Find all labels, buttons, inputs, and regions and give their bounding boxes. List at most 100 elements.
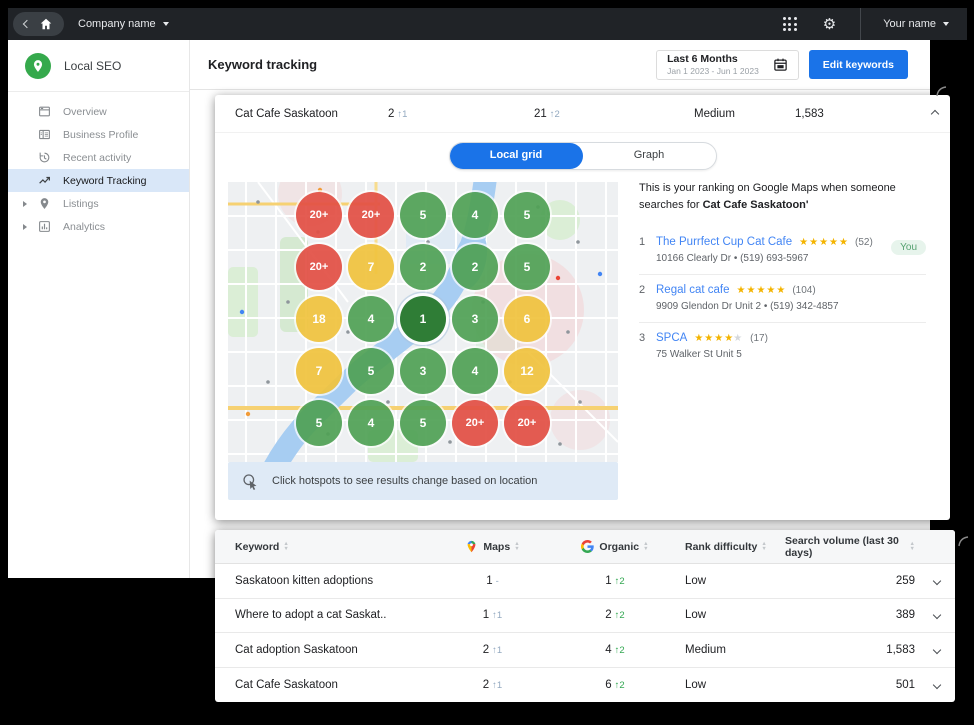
- rank-hotspot[interactable]: 12: [504, 348, 550, 394]
- view-tab[interactable]: Graph: [583, 143, 716, 169]
- local-grid-map[interactable]: 20+ 20+ 5 4 5 20+ 7 2 2 5 18 4: [228, 182, 618, 462]
- maps-result-item: 3 SPCA ★★★★★ (17) 75 Walker St Unit 5: [639, 323, 926, 370]
- cell-organic-rank: 4↑2: [545, 644, 685, 656]
- apps-grid-icon[interactable]: [783, 17, 797, 31]
- expand-row-button[interactable]: [919, 647, 955, 653]
- table-row[interactable]: Cat Cafe Saskatoon 2↑1 6↑2 Low 501: [215, 668, 955, 703]
- column-label: Rank difficulty: [685, 541, 757, 553]
- expand-row-button[interactable]: [919, 578, 955, 584]
- sidebar-item[interactable]: Keyword Tracking: [8, 169, 189, 192]
- rank-hotspot[interactable]: 7: [348, 244, 394, 290]
- rank-hotspot[interactable]: 4: [452, 348, 498, 394]
- date-range-value: Jan 1 2023 - Jun 1 2023: [667, 66, 759, 76]
- cell-keyword: Where to adopt a cat Saskat..: [215, 609, 440, 621]
- rank-hotspot[interactable]: 5: [504, 192, 550, 238]
- column-label: Keyword: [235, 541, 279, 553]
- table-row[interactable]: Where to adopt a cat Saskat.. 1↑1 2↑2 Lo…: [215, 599, 955, 634]
- sidebar: Local SEO Overview Business Profile Rece…: [8, 40, 190, 578]
- cell-keyword: Cat adoption Saskatoon: [215, 644, 440, 656]
- table-row[interactable]: Saskatoon kitten adoptions 1- 1↑2 Low 25…: [215, 564, 955, 599]
- result-name-link[interactable]: SPCA: [656, 332, 687, 344]
- rank-hotspot[interactable]: 20+: [296, 192, 342, 238]
- result-rank: 3: [639, 332, 649, 344]
- sort-icon[interactable]: ▲▼: [514, 542, 519, 551]
- back-icon[interactable]: [23, 20, 31, 28]
- table-column-header[interactable]: Maps ▲▼: [440, 540, 545, 553]
- result-name-link[interactable]: The Purrfect Cup Cat Cafe: [656, 236, 792, 248]
- table-column-header[interactable]: Search volume (last 30 days) ▲▼: [785, 535, 919, 559]
- ranking-panel: This is your ranking on Google Maps when…: [639, 180, 926, 370]
- expand-caret-icon[interactable]: [23, 201, 27, 207]
- result-address: 10166 Clearly Dr • (519) 693-5967: [656, 253, 926, 264]
- rank-hotspot[interactable]: 2: [452, 244, 498, 290]
- result-name-link[interactable]: Regal cat cafe: [656, 284, 730, 296]
- cell-rank-difficulty: Medium: [685, 644, 785, 656]
- rank-hotspot[interactable]: 1: [400, 296, 446, 342]
- user-menu[interactable]: Your name: [861, 18, 967, 30]
- rank-hotspot[interactable]: 20+: [296, 244, 342, 290]
- cell-maps-rank: 1-: [440, 575, 545, 587]
- analytics-icon: [38, 220, 51, 233]
- rank-hotspot[interactable]: 18: [296, 296, 342, 342]
- rank-hotspot[interactable]: 5: [296, 400, 342, 446]
- keyword-summary-row[interactable]: Cat Cafe Saskatoon 2↑1 21↑2 Medium 1,583: [215, 95, 950, 133]
- rank-hotspot[interactable]: 7: [296, 348, 342, 394]
- view-tab[interactable]: Local grid: [450, 143, 583, 169]
- table-column-header[interactable]: Organic ▲▼: [545, 540, 685, 553]
- map-hint-bar: Click hotspots to see results change bas…: [228, 462, 618, 500]
- sort-icon[interactable]: ▲▼: [643, 542, 648, 551]
- table-column-header[interactable]: Keyword ▲▼: [215, 541, 440, 553]
- sidebar-menu: Overview Business Profile Recent activit…: [8, 92, 189, 238]
- cell-keyword: Saskatoon kitten adoptions: [215, 575, 440, 587]
- summary-keyword: Cat Cafe Saskatoon: [235, 108, 388, 120]
- sidebar-item[interactable]: Overview: [8, 100, 189, 123]
- rank-hotspot[interactable]: 5: [400, 400, 446, 446]
- rank-hotspot[interactable]: 6: [504, 296, 550, 342]
- rank-hotspot[interactable]: 4: [348, 400, 394, 446]
- sort-icon[interactable]: ▲▼: [761, 542, 766, 551]
- expand-row-button[interactable]: [919, 682, 955, 688]
- rank-hotspot[interactable]: 3: [452, 296, 498, 342]
- rank-hotspot[interactable]: 2: [400, 244, 446, 290]
- expand-row-button[interactable]: [919, 612, 955, 618]
- table-header-row: Keyword ▲▼ Maps ▲▼ Organic ▲▼ Rank diffi…: [215, 530, 955, 564]
- table-row[interactable]: Cat adoption Saskatoon 2↑1 4↑2 Medium 1,…: [215, 633, 955, 668]
- result-rank: 2: [639, 284, 649, 296]
- gear-icon[interactable]: ⚙: [823, 15, 836, 33]
- sidebar-item-label: Business Profile: [63, 129, 138, 141]
- review-count: (104): [792, 285, 815, 296]
- rank-hotspot[interactable]: 3: [400, 348, 446, 394]
- star-rating-icon: ★★★★★: [799, 237, 848, 248]
- rank-hotspot[interactable]: 5: [348, 348, 394, 394]
- sort-icon[interactable]: ▲▼: [910, 542, 915, 551]
- cell-keyword: Cat Cafe Saskatoon: [215, 679, 440, 691]
- rank-hotspot[interactable]: 20+: [348, 192, 394, 238]
- rank-hotspot[interactable]: 5: [504, 244, 550, 290]
- sidebar-item[interactable]: Listings: [8, 192, 189, 215]
- click-cursor-icon: [242, 473, 259, 490]
- rank-hotspot[interactable]: 20+: [504, 400, 550, 446]
- keyword-grid-card: Cat Cafe Saskatoon 2↑1 21↑2 Medium 1,583…: [215, 95, 950, 520]
- home-icon[interactable]: [39, 17, 53, 31]
- collapse-row-button[interactable]: [914, 111, 938, 117]
- summary-organic-rank: 21↑2: [534, 108, 694, 120]
- sidebar-item[interactable]: Business Profile: [8, 123, 189, 146]
- rank-hotspot[interactable]: 4: [452, 192, 498, 238]
- rank-hotspot[interactable]: 4: [348, 296, 394, 342]
- maps-results-list: 1 The Purrfect Cup Cat Cafe ★★★★★ (52) Y…: [639, 227, 926, 370]
- date-range-picker[interactable]: Last 6 Months Jan 1 2023 - Jun 1 2023: [656, 50, 799, 80]
- company-selector[interactable]: Company name: [78, 18, 169, 30]
- rank-hotspot[interactable]: 20+: [452, 400, 498, 446]
- cell-search-volume: 1,583: [785, 644, 919, 656]
- sidebar-item[interactable]: Recent activity: [8, 146, 189, 169]
- result-rank: 1: [639, 236, 649, 248]
- rank-hotspot[interactable]: 5: [400, 192, 446, 238]
- cell-maps-rank: 1↑1: [440, 609, 545, 621]
- edit-keywords-button[interactable]: Edit keywords: [809, 50, 908, 79]
- top-bar: Company name ⚙ Your name: [8, 8, 967, 40]
- expand-caret-icon[interactable]: [23, 224, 27, 230]
- sort-icon[interactable]: ▲▼: [283, 542, 288, 551]
- maps-result-item: 1 The Purrfect Cup Cat Cafe ★★★★★ (52) Y…: [639, 227, 926, 275]
- sidebar-item[interactable]: Analytics: [8, 215, 189, 238]
- table-column-header[interactable]: Rank difficulty ▲▼: [685, 541, 785, 553]
